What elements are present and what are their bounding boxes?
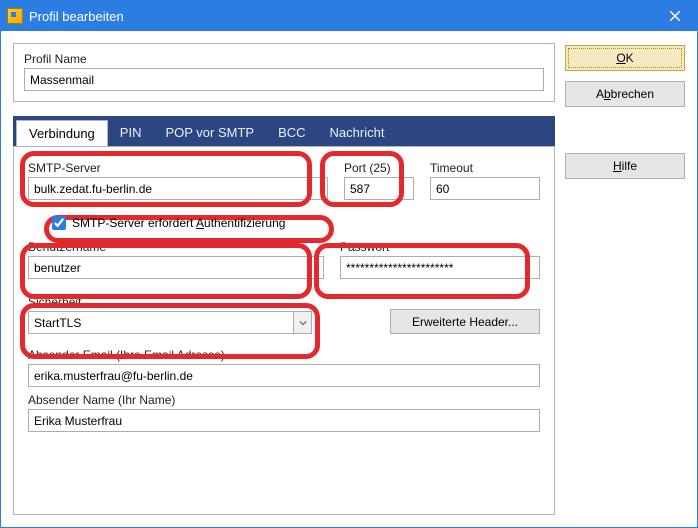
timeout-input[interactable] (430, 177, 540, 200)
smtp-server-input[interactable] (28, 177, 328, 200)
cancel-button[interactable]: Abbrechen (565, 81, 685, 107)
close-button[interactable] (653, 1, 697, 31)
tab-popvorsmtp[interactable]: POP vor SMTP (153, 119, 266, 146)
sender-email-input[interactable] (28, 364, 540, 387)
smtp-server-label: SMTP-Server (28, 161, 328, 175)
button-sidebar: OK Abbrechen Hilfe (565, 43, 685, 515)
smtp-auth-label: SMTP-Server erfordert Authentifizierung (72, 216, 285, 230)
dialog-window: Profil bearbeiten Profil Name Verbindung… (0, 0, 698, 528)
port-label: Port (25) (344, 161, 414, 175)
smtp-auth-checkbox[interactable] (52, 216, 66, 230)
sender-name-input[interactable] (28, 409, 540, 432)
tab-verbindung[interactable]: Verbindung (16, 120, 108, 147)
profile-name-panel: Profil Name (13, 43, 555, 102)
app-icon (7, 8, 23, 24)
extended-header-button[interactable]: Erweiterte Header... (390, 309, 540, 334)
security-select[interactable] (28, 311, 312, 334)
tab-pin[interactable]: PIN (108, 119, 154, 146)
window-title: Profil bearbeiten (29, 9, 124, 24)
tab-body-verbindung: SMTP-Server Port (25) Timeout (13, 146, 555, 515)
tab-strip: Verbindung PIN POP vor SMTP BCC Nachrich… (13, 116, 555, 146)
username-label: Benutzername (28, 240, 324, 254)
title-bar: Profil bearbeiten (1, 1, 697, 31)
security-label: Sicherheit (28, 295, 312, 309)
port-input[interactable] (344, 177, 414, 200)
username-input[interactable] (28, 256, 324, 279)
password-input[interactable] (340, 256, 540, 279)
profile-name-input[interactable] (24, 68, 544, 91)
sender-email-label: Absender Email (Ihre Email Adresse) (28, 348, 540, 362)
close-icon (669, 10, 681, 22)
profile-name-label: Profil Name (24, 52, 544, 66)
tab-nachricht[interactable]: Nachricht (318, 119, 397, 146)
tab-bcc[interactable]: BCC (266, 119, 317, 146)
sender-name-label: Absender Name (Ihr Name) (28, 393, 540, 407)
timeout-label: Timeout (430, 161, 540, 175)
password-label: Passwort (340, 240, 540, 254)
ok-button[interactable]: OK (565, 45, 685, 71)
help-button[interactable]: Hilfe (565, 153, 685, 179)
